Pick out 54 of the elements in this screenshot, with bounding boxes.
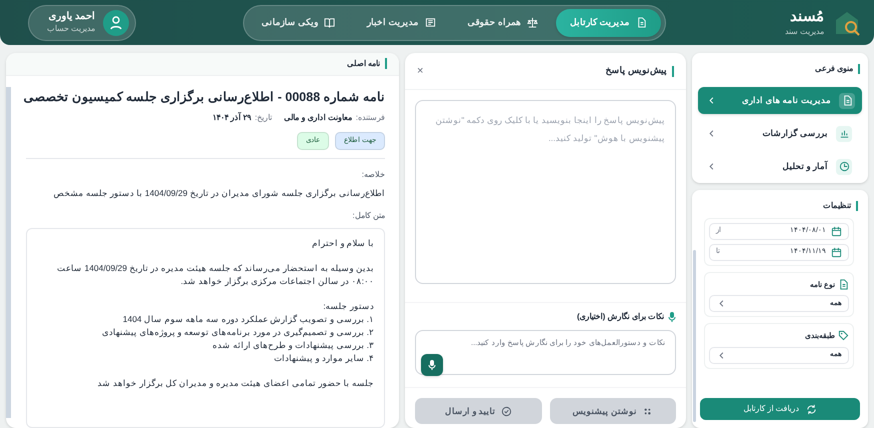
summary-text: اطلاع‌رسانی برگزاری جلسه شورای مدیران در تاریخ 1404/09/29 با دستور جلسه مشخص: [52, 187, 385, 200]
brand-subtitle: مدیریت سند: [784, 26, 824, 37]
microphone-icon: [668, 312, 676, 322]
agenda-item: ۳. بررسی پیشنهادات و طرح‌های ارائه شده: [211, 339, 374, 352]
summary-label: خلاصه:: [360, 169, 385, 182]
calendar-icon: [831, 247, 842, 258]
user-icon: [103, 10, 130, 36]
bar-chart-icon: [838, 128, 850, 139]
menu-item[interactable]: بررسی گزارشات: [698, 120, 862, 147]
fetch-button[interactable]: دریافت از کارتابل: [700, 398, 860, 420]
body-paragraph: بدین وسیله به استحضار می‌رساند که جلسه هیئت مدیره در تاریخ 1404/09/29 ساعت ۰۸:۰۰ در سالن اجتماعات مرکزی برگزار خواهد شد.: [56, 262, 374, 288]
tag-icon: [838, 330, 849, 342]
sender-label: فرستنده:: [356, 112, 385, 124]
panel-title: پیش‌نویس پاسخ: [605, 64, 667, 78]
notes-label: نکات برای نگارش (اختیاری): [577, 311, 664, 323]
section-title: منوی فرعی: [814, 63, 853, 75]
account-role: مدیریت حساب: [47, 24, 96, 34]
nav-tab[interactable]: ویکی سازمانی: [248, 8, 350, 36]
document-icon: [636, 17, 647, 28]
account-card[interactable]: احمد یاوری مدیریت حساب: [28, 4, 136, 40]
document-icon: [838, 279, 849, 290]
nav-tab[interactable]: مدیریت اخبار: [353, 8, 450, 36]
check-circle-icon: [500, 406, 512, 416]
body-paragraph: جلسه با حضور تمامی اعضای هیئت مدیره و مدیران کل برگزار خواهد شد: [96, 377, 374, 390]
date-value: ۲۹ آذر ۱۴۰۴: [212, 112, 251, 124]
dots-icon: [642, 406, 653, 416]
brand-title: مُسند: [789, 8, 824, 27]
panel-title: نامه اصلی: [346, 58, 380, 70]
book-icon: [324, 17, 336, 28]
microphone-button[interactable]: [421, 354, 443, 376]
scale-icon: [527, 17, 538, 28]
nav-tab[interactable]: مدیریت کارتابل: [556, 8, 661, 36]
date-label: تاریخ:: [254, 112, 272, 124]
sender-value: معاونت اداری و مالی: [284, 112, 352, 124]
letter-title: نامه شماره 00088 - اطلاع‌رسانی برگزاری جلسه کمیسیون تخصصی: [26, 88, 385, 106]
body-paragraph: با سلام و احترام: [310, 237, 374, 250]
close-button[interactable]: ×: [417, 62, 424, 80]
draft-field[interactable]: پیش‌نویس پاسخ را اینجا بنویسید یا با کلیک روی دکمه "نوشتن پیشنویس با هوش" تولید کنید...: [415, 100, 676, 284]
newspaper-icon: [424, 17, 436, 28]
menu-item[interactable]: آمار و تحلیل: [698, 153, 862, 180]
menu-item[interactable]: مدیریت نامه های اداری: [698, 87, 862, 114]
agenda-item: ۲. بررسی و تصمیم‌گیری در مورد برنامه‌های توسعه و پروژه‌های پیشنهادی: [101, 326, 374, 339]
scrollbar[interactable]: [6, 87, 11, 418]
account-name: احمد یاوری: [47, 11, 96, 24]
document-icon: [842, 95, 852, 106]
refresh-icon: [806, 404, 817, 414]
section-title: تنظیمات: [823, 200, 851, 212]
agenda-heading: دستور جلسه:: [322, 300, 374, 313]
agenda-item: ۱. بررسی و تصویب گزارش عملکرد دوره سه ماهه سوم سال 1404: [122, 313, 374, 326]
full-text-label: متن کامل:: [352, 210, 385, 222]
agenda-item: ۴. سایر موارد و پیشنهادات: [273, 352, 374, 365]
calendar-icon: [831, 226, 842, 237]
nav-tab[interactable]: همراه حقوقی: [454, 8, 552, 36]
microphone-icon: [428, 360, 436, 370]
